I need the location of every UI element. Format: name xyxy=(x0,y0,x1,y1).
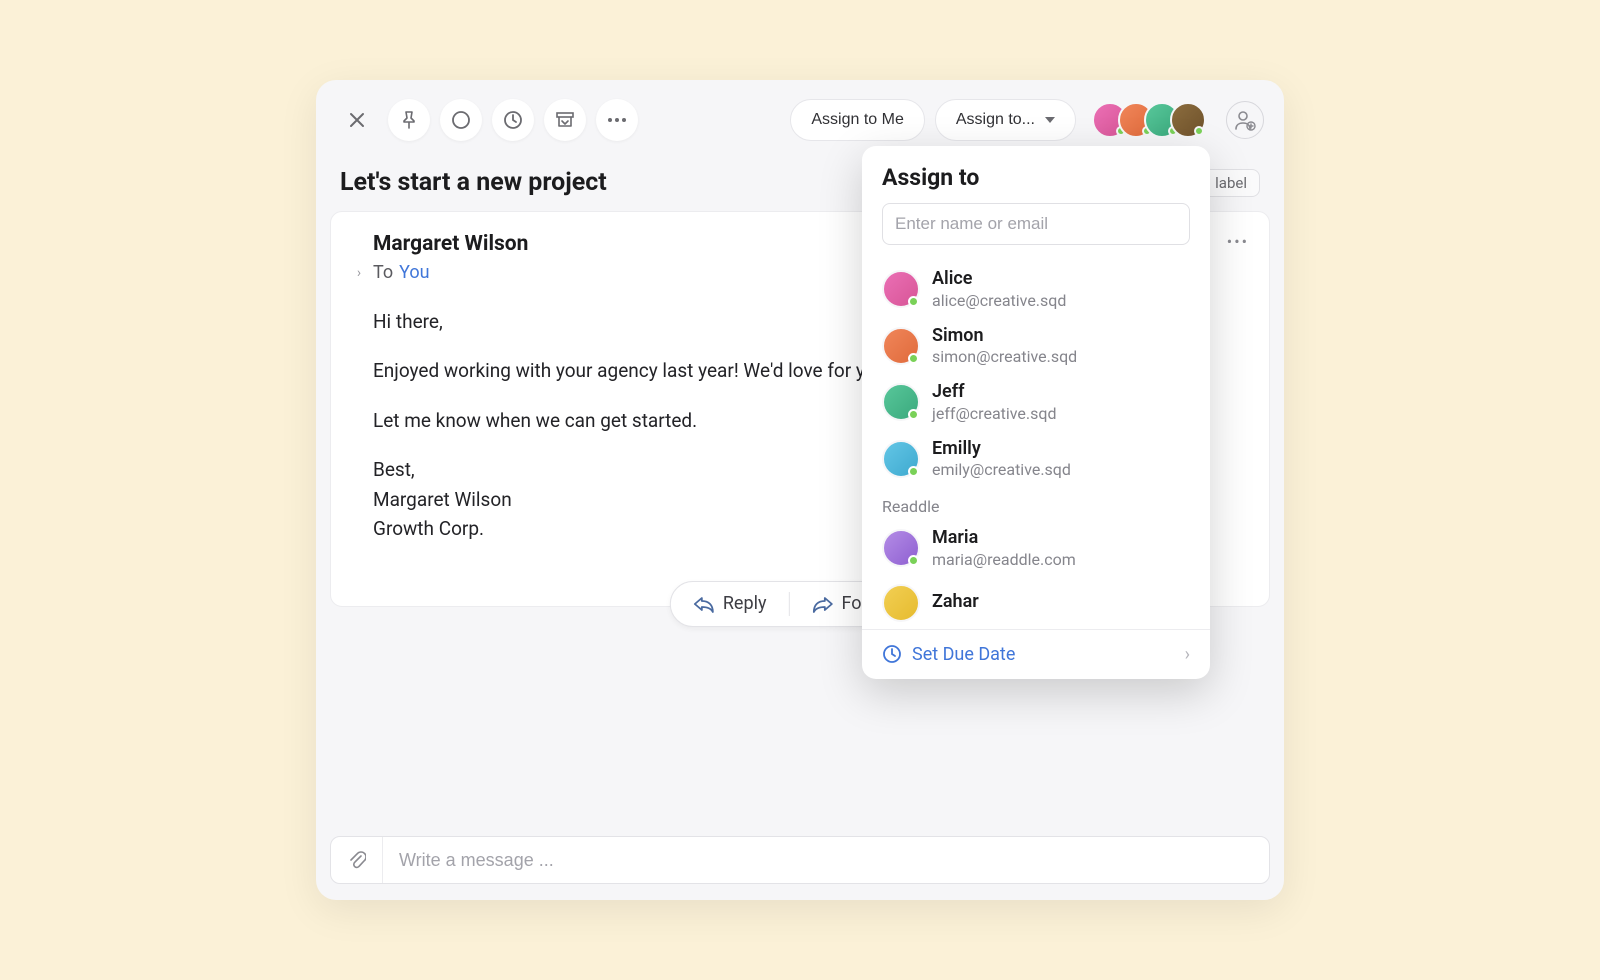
avatar xyxy=(882,584,920,622)
expand-recipients-icon[interactable]: › xyxy=(351,265,367,281)
popup-section-header: Readdle xyxy=(862,487,1210,520)
avatar xyxy=(882,270,920,308)
assign-to-popup: Assign to Alicealice@creative.sqdSimonsi… xyxy=(862,146,1210,679)
person-name: Simon xyxy=(932,325,1077,348)
assign-search-input[interactable] xyxy=(882,203,1190,245)
person-email: alice@creative.sqd xyxy=(932,291,1066,311)
snooze-clock-icon[interactable] xyxy=(492,99,534,141)
composer-input[interactable] xyxy=(383,850,1269,871)
composer xyxy=(330,836,1270,884)
avatar xyxy=(882,327,920,365)
recipient-link[interactable]: You xyxy=(399,262,429,283)
more-icon[interactable] xyxy=(596,99,638,141)
popup-title: Assign to xyxy=(882,164,1190,191)
person-email: maria@readdle.com xyxy=(932,550,1076,570)
person-name: Emilly xyxy=(932,438,1071,461)
avatar[interactable] xyxy=(1170,102,1206,138)
assign-person-item[interactable]: Jeffjeff@creative.sqd xyxy=(862,374,1210,431)
clock-icon xyxy=(882,644,902,664)
attach-icon[interactable] xyxy=(331,837,383,883)
reply-label: Reply xyxy=(723,593,767,614)
label-chip[interactable]: label xyxy=(1202,169,1260,197)
person-name: Alice xyxy=(932,268,1066,291)
set-due-date-label: Set Due Date xyxy=(912,644,1015,665)
assign-person-item[interactable]: Alicealice@creative.sqd xyxy=(862,261,1210,318)
set-due-date-button[interactable]: Set Due Date › xyxy=(862,629,1210,679)
assign-person-item[interactable]: Simonsimon@creative.sqd xyxy=(862,318,1210,375)
assign-to-me-label: Assign to Me xyxy=(811,111,903,129)
close-icon[interactable] xyxy=(336,99,378,141)
assign-person-item[interactable]: Zahar xyxy=(862,577,1210,629)
assign-to-button[interactable]: Assign to... xyxy=(935,99,1076,141)
assign-to-label: Assign to... xyxy=(956,111,1035,129)
reply-icon xyxy=(693,595,715,613)
chevron-right-icon: › xyxy=(1185,644,1190,665)
chevron-down-icon xyxy=(1045,117,1055,123)
avatar xyxy=(882,440,920,478)
circle-icon[interactable] xyxy=(440,99,482,141)
toolbar: Assign to Me Assign to... xyxy=(316,80,1284,146)
avatar xyxy=(882,383,920,421)
person-email: simon@creative.sqd xyxy=(932,347,1077,367)
person-email: emily@creative.sqd xyxy=(932,460,1071,480)
person-name: Maria xyxy=(932,527,1076,550)
to-label: To xyxy=(373,262,393,283)
email-subject: Let's start a new project xyxy=(340,168,607,197)
avatar xyxy=(882,529,920,567)
assignee-avatars xyxy=(1092,102,1206,138)
assign-person-item[interactable]: Emillyemily@creative.sqd xyxy=(862,431,1210,488)
pin-icon[interactable] xyxy=(388,99,430,141)
email-window: Assign to Me Assign to... Let's start a … xyxy=(316,80,1284,900)
forward-icon xyxy=(811,595,833,613)
reply-button[interactable]: Reply xyxy=(671,582,789,626)
person-name: Zahar xyxy=(932,591,979,614)
sender-name: Margaret Wilson xyxy=(373,232,528,256)
add-assignee-button[interactable] xyxy=(1226,101,1264,139)
assign-to-me-button[interactable]: Assign to Me xyxy=(790,99,924,141)
assign-person-item[interactable]: Mariamaria@readdle.com xyxy=(862,520,1210,577)
person-name: Jeff xyxy=(932,381,1057,404)
archive-icon[interactable] xyxy=(544,99,586,141)
message-more-icon[interactable]: ••• xyxy=(1227,232,1249,251)
person-email: jeff@creative.sqd xyxy=(932,404,1057,424)
assign-people-list: Alicealice@creative.sqdSimonsimon@creati… xyxy=(862,255,1210,629)
